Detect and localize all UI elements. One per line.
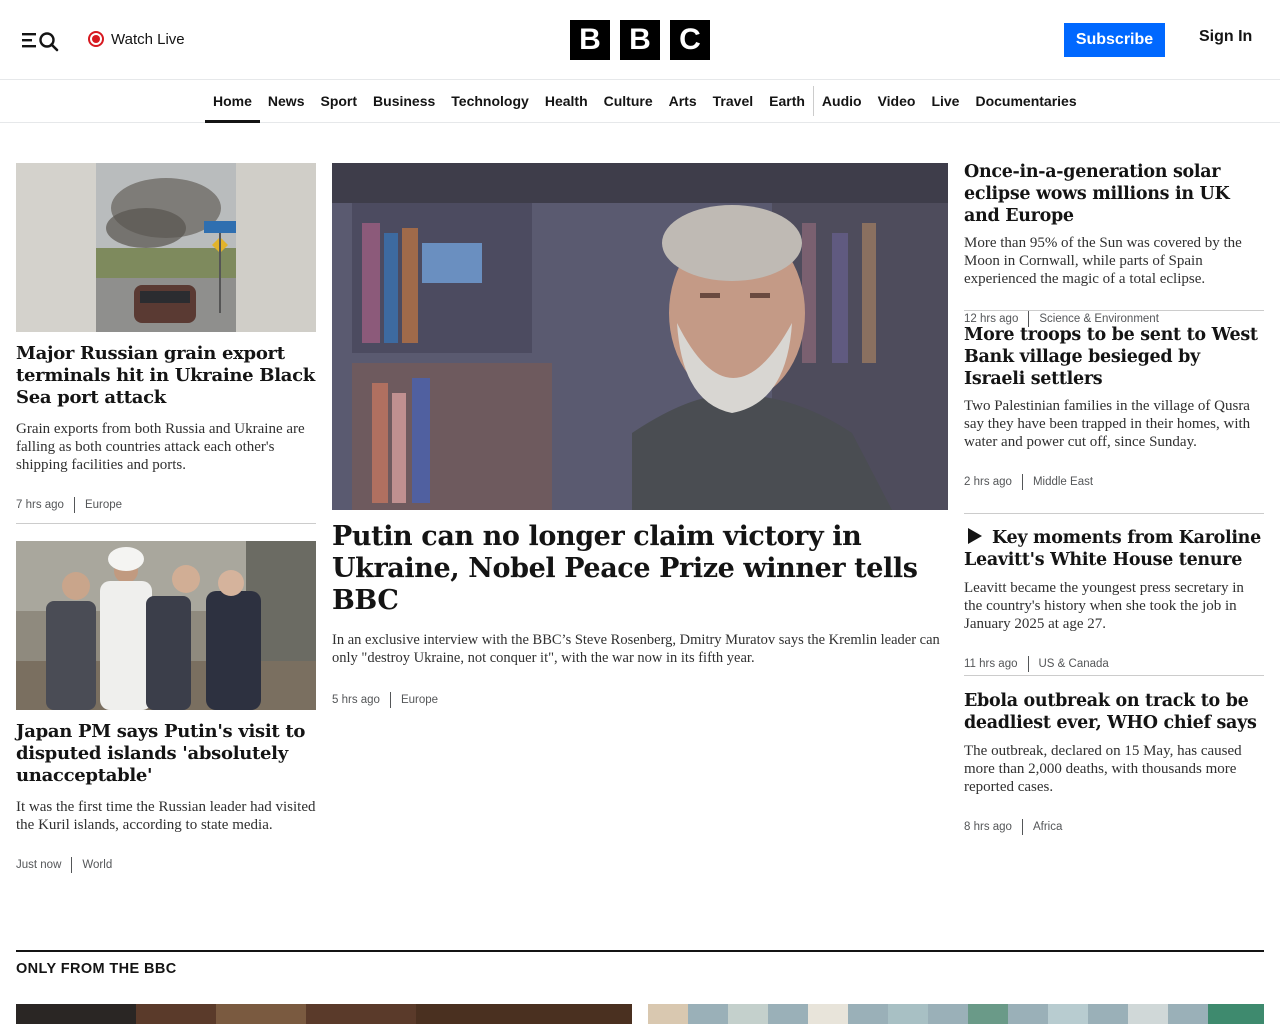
story-card[interactable]: More troops to be sent to West Bank vill… — [964, 324, 1264, 491]
section-story-image[interactable] — [16, 1004, 632, 1024]
story-headline[interactable]: Major Russian grain export terminals hit… — [16, 343, 316, 409]
story-headline-row[interactable]: Key moments from Karoline Leavitt's Whit… — [964, 527, 1264, 571]
story-headline[interactable]: Ebola outbreak on track to be deadliest … — [964, 690, 1264, 734]
nav-item-sport[interactable]: Sport — [312, 81, 365, 122]
bbc-logo[interactable]: B B C — [570, 20, 710, 60]
main-nav: Home News Sport Business Technology Heal… — [0, 81, 1280, 123]
story-divider — [964, 310, 1264, 311]
nav-list: Home News Sport Business Technology Heal… — [205, 81, 1085, 123]
lead-story-card[interactable]: Putin can no longer claim victory in Ukr… — [332, 163, 948, 709]
nav-item-earth[interactable]: Earth — [761, 81, 813, 122]
story-time: 2 hrs ago — [964, 476, 1012, 488]
section-title: ONLY FROM THE BBC — [16, 961, 177, 977]
story-summary: More than 95% of the Sun was covered by … — [964, 235, 1242, 287]
story-divider — [16, 523, 316, 524]
story-meta: Just now World — [16, 856, 316, 874]
story-meta: 8 hrs ago Africa — [964, 818, 1264, 836]
story-category[interactable]: US & Canada — [1039, 658, 1109, 670]
story-headline[interactable]: More troops to be sent to West Bank vill… — [964, 324, 1264, 390]
story-summary: Grain exports from both Russia and Ukrai… — [16, 421, 305, 473]
section-story-image[interactable] — [648, 1004, 1264, 1024]
play-icon — [968, 528, 982, 544]
story-time: 5 hrs ago — [332, 694, 380, 706]
story-meta: 2 hrs ago Middle East — [964, 473, 1264, 491]
story-category[interactable]: Africa — [1033, 821, 1062, 833]
story-summary: Two Palestinian families in the village … — [964, 398, 1251, 450]
story-card[interactable]: Key moments from Karoline Leavitt's Whit… — [964, 527, 1264, 673]
sign-in-link[interactable]: Sign In — [1199, 28, 1252, 46]
story-headline[interactable]: Key moments from Karoline Leavitt's Whit… — [964, 528, 1261, 570]
meta-divider — [1021, 474, 1023, 490]
lead-story-image[interactable] — [332, 163, 948, 510]
lead-story-headline[interactable]: Putin can no longer claim victory in Ukr… — [332, 521, 948, 617]
logo-letter: B — [620, 20, 660, 60]
nav-item-travel[interactable]: Travel — [705, 81, 761, 122]
meta-divider — [1021, 819, 1023, 835]
story-time: Just now — [16, 859, 62, 871]
lead-story-summary: In an exclusive interview with the BBC’s… — [332, 632, 940, 666]
story-meta: 5 hrs ago Europe — [332, 691, 948, 709]
story-divider — [964, 513, 1264, 514]
story-category[interactable]: Europe — [85, 499, 122, 511]
story-summary: The outbreak, declared on 15 May, has ca… — [964, 743, 1242, 795]
nav-item-news[interactable]: News — [260, 81, 313, 122]
story-card[interactable]: Major Russian grain export terminals hit… — [16, 163, 316, 514]
story-card[interactable]: Ebola outbreak on track to be deadliest … — [964, 690, 1264, 836]
logo-letter: B — [570, 20, 610, 60]
nav-item-business[interactable]: Business — [365, 81, 443, 122]
story-summary: It was the first time the Russian leader… — [16, 799, 316, 833]
nav-item-health[interactable]: Health — [537, 81, 596, 122]
nav-item-video[interactable]: Video — [870, 81, 924, 122]
nav-item-arts[interactable]: Arts — [661, 81, 705, 122]
story-time: 8 hrs ago — [964, 821, 1012, 833]
nav-item-documentaries[interactable]: Documentaries — [967, 81, 1084, 122]
story-image-port-attack[interactable] — [16, 163, 316, 332]
story-card[interactable]: Once-in-a-generation solar eclipse wows … — [964, 161, 1264, 328]
menu-search-icon — [22, 32, 59, 52]
story-headline[interactable]: Japan PM says Putin's visit to disputed … — [16, 721, 316, 787]
story-meta: 11 hrs ago US & Canada — [964, 655, 1264, 673]
meta-divider — [389, 692, 391, 708]
story-time: 11 hrs ago — [964, 658, 1018, 670]
meta-divider — [71, 857, 73, 873]
nav-item-technology[interactable]: Technology — [443, 81, 537, 122]
subscribe-button[interactable]: Subscribe — [1064, 23, 1165, 57]
story-category[interactable]: Middle East — [1033, 476, 1093, 488]
story-meta: 7 hrs ago Europe — [16, 496, 316, 514]
story-summary: Leavitt became the youngest press secret… — [964, 580, 1244, 632]
story-headline[interactable]: Once-in-a-generation solar eclipse wows … — [964, 161, 1264, 227]
story-card[interactable]: Japan PM says Putin's visit to disputed … — [16, 541, 316, 874]
meta-divider — [73, 497, 75, 513]
watch-live-label: Watch Live — [111, 30, 185, 48]
nav-item-home[interactable]: Home — [205, 81, 260, 123]
story-category[interactable]: Europe — [401, 694, 438, 706]
site-header: Watch Live B B C Subscribe Sign In — [0, 0, 1280, 80]
nav-item-culture[interactable]: Culture — [596, 81, 661, 122]
story-category[interactable]: World — [82, 859, 112, 871]
menu-search-button[interactable] — [20, 26, 64, 54]
story-image-putin-visit[interactable] — [16, 541, 316, 710]
watch-live-link[interactable]: Watch Live — [88, 28, 185, 50]
live-icon — [88, 31, 104, 47]
nav-item-live[interactable]: Live — [923, 81, 967, 122]
story-divider — [964, 675, 1264, 676]
meta-divider — [1027, 656, 1029, 672]
story-time: 7 hrs ago — [16, 499, 64, 511]
section-rule — [16, 950, 1264, 952]
nav-item-audio[interactable]: Audio — [814, 81, 870, 122]
logo-letter: C — [670, 20, 710, 60]
